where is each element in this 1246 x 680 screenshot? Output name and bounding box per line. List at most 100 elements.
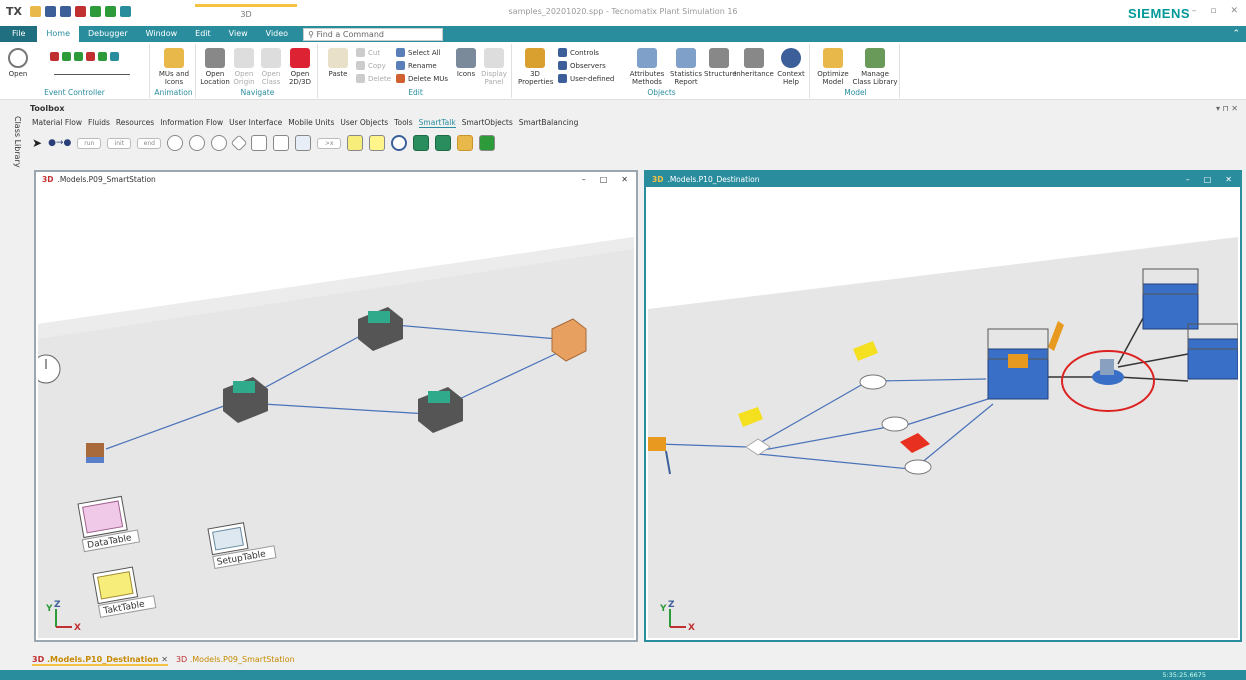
circle-icon[interactable] [211, 135, 228, 151]
counter-icon[interactable] [347, 135, 364, 151]
open-2d3d-button[interactable]: Open 2D/3D [286, 48, 314, 86]
comment-icon[interactable] [369, 135, 386, 151]
manage-class-library-button[interactable]: Manage Class Library [852, 48, 898, 86]
minimize-icon[interactable]: – [1192, 6, 1197, 16]
controls-button[interactable]: Controls [558, 48, 599, 57]
attributes-methods-button[interactable]: Attributes Methods [626, 48, 668, 86]
minimize-icon[interactable]: – [1186, 175, 1190, 184]
tab-home[interactable]: Home [37, 26, 80, 42]
toolbox-tab[interactable]: User Objects [340, 118, 388, 128]
context-help-button[interactable]: Context Help [776, 48, 806, 86]
toolbox-tab[interactable]: Fluids [88, 118, 110, 128]
ribbon: Open Event Controller MUs and Icons Anim… [0, 42, 1246, 100]
reset-icon[interactable] [50, 52, 59, 61]
minimize-icon[interactable]: – [582, 175, 586, 184]
smart-station-3[interactable] [904, 459, 932, 475]
init-icon[interactable]: init [107, 137, 132, 149]
toolbox-tab[interactable]: Mobile Units [288, 118, 334, 128]
stop-icon[interactable] [86, 52, 95, 61]
restore-icon[interactable]: ▫ [1210, 6, 1216, 16]
class-library-panel[interactable]: Class Library [10, 108, 24, 168]
delete-button[interactable]: Delete [356, 74, 391, 83]
decision-icon[interactable] [230, 134, 248, 152]
smart-station-2[interactable] [881, 416, 909, 432]
find-command-input[interactable]: ⚲ Find a Command [303, 27, 444, 41]
icons-button[interactable]: Icons [454, 48, 478, 78]
table-icon[interactable] [295, 135, 312, 151]
3d-viewport[interactable]: DataTable TaktTable SetupTable Y Z X [38, 189, 634, 638]
copy-button[interactable]: Copy [356, 61, 386, 70]
source[interactable] [86, 443, 104, 463]
maximize-icon[interactable]: □ [1204, 175, 1212, 184]
close-icon[interactable]: ✕ [621, 175, 628, 184]
statistics-report-button[interactable]: Statistics Report [668, 48, 704, 86]
user-defined-button[interactable]: User-defined [558, 74, 614, 83]
step-icon[interactable] [98, 52, 107, 61]
cut-button[interactable]: Cut [356, 48, 380, 57]
maximize-icon[interactable]: □ [600, 175, 608, 184]
frame-window-smartstation[interactable]: 3D .Models.P09_SmartStation – □ ✕ DataTa… [34, 170, 638, 642]
close-icon[interactable]: ✕ [1230, 6, 1238, 16]
folder-icon[interactable] [457, 135, 474, 151]
optimize-model-button[interactable]: Optimize Model [814, 48, 852, 86]
variable-icon[interactable]: >x [317, 137, 342, 149]
toolbox-controls[interactable]: ▾ ⊓ ✕ [1216, 104, 1238, 113]
toolbox-tab-active[interactable]: SmartTalk [418, 118, 456, 128]
pointer-icon[interactable]: ➤ [32, 136, 42, 150]
close-icon[interactable]: ✕ [161, 655, 168, 664]
toolbox-tab[interactable]: User Interface [229, 118, 282, 128]
start-icon[interactable] [62, 52, 71, 61]
mus-and-icons-button[interactable]: MUs and Icons [156, 48, 192, 86]
doc-tab-destination[interactable]: 3D .Models.P10_Destination ✕ [32, 655, 168, 666]
paste-button[interactable]: Paste [324, 48, 352, 78]
delete-mus-button[interactable]: Delete MUs [396, 74, 448, 83]
bracket-icon[interactable] [273, 135, 290, 151]
open-class-button[interactable]: Open Class [258, 48, 284, 86]
toolbox-tab[interactable]: Material Flow [32, 118, 82, 128]
3d-properties-button[interactable]: 3D Properties [518, 48, 553, 86]
inheritance-button[interactable]: Inheritance [734, 48, 774, 78]
checkbox-icon[interactable] [413, 135, 430, 151]
open-event-controller-button[interactable]: Open [6, 48, 30, 78]
event-controller-buttons [50, 52, 119, 61]
toolbox-tab[interactable]: SmartBalancing [519, 118, 579, 128]
tab-window[interactable]: Window [137, 26, 187, 42]
tab-view[interactable]: View [220, 26, 257, 42]
tab-edit[interactable]: Edit [186, 26, 220, 42]
circle-icon[interactable] [189, 135, 206, 151]
3d-viewer-icon[interactable] [110, 52, 119, 61]
toolbox-tab[interactable]: SmartObjects [462, 118, 513, 128]
bracket-icon[interactable] [251, 135, 268, 151]
display-panel-button[interactable]: Display Panel [480, 48, 508, 86]
tab-video[interactable]: Video [257, 26, 297, 42]
tab-file[interactable]: File [0, 26, 38, 42]
structure-button[interactable]: Structure [704, 48, 737, 78]
smarttalk-icon[interactable] [391, 135, 408, 151]
close-icon[interactable]: ✕ [1225, 175, 1232, 184]
frame-window-destination[interactable]: 3D .Models.P10_Destination – □ ✕ Y Z X [644, 170, 1242, 642]
status-bar: 5:35:25.6675 [0, 670, 1246, 680]
checkbox-icon[interactable] [435, 135, 452, 151]
toolbox-tab[interactable]: Information Flow [160, 118, 223, 128]
window-title: .Models.P09_SmartStation [57, 175, 156, 184]
method-icon[interactable]: run [77, 137, 102, 149]
open-location-button[interactable]: Open Location [200, 48, 230, 86]
icons-icon [456, 48, 476, 68]
select-all-button[interactable]: Select All [396, 48, 441, 57]
toolbox-tab[interactable]: Resources [116, 118, 154, 128]
connector-icon[interactable]: ●→● [48, 138, 71, 148]
open-origin-button[interactable]: Open Origin [230, 48, 258, 86]
ribbon-collapse-icon[interactable]: ⌃ [1232, 29, 1240, 39]
rename-button[interactable]: Rename [396, 61, 437, 70]
fast-forward-icon[interactable] [74, 52, 83, 61]
circle-icon[interactable] [167, 135, 184, 151]
3d-viewport[interactable]: Y Z X [648, 189, 1238, 638]
observers-button[interactable]: Observers [558, 61, 606, 70]
speed-slider[interactable] [54, 74, 130, 75]
toolbox-tab[interactable]: Tools [394, 118, 412, 128]
doc-tab-smartstation[interactable]: 3D .Models.P09_SmartStation [176, 655, 295, 666]
endsim-icon[interactable]: end [137, 137, 162, 149]
tab-debugger[interactable]: Debugger [79, 26, 137, 42]
smart-station-1[interactable] [859, 374, 887, 390]
html-report-icon[interactable] [479, 135, 496, 151]
